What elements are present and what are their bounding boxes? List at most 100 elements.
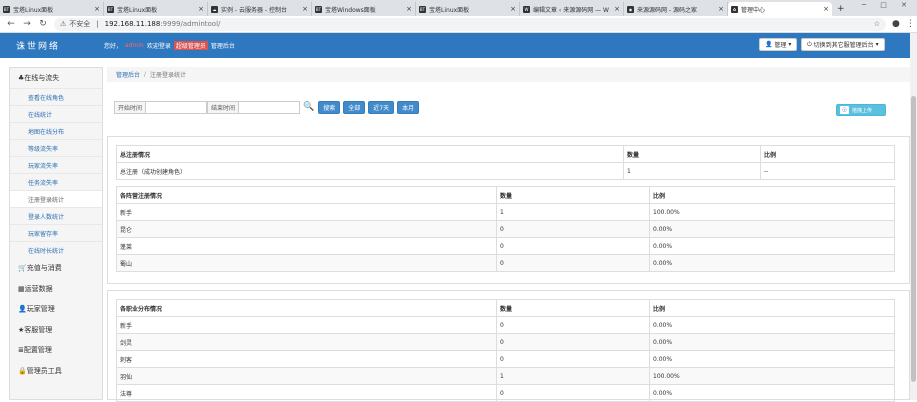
sidebar-group[interactable]: 👤 玩家管理: [10, 299, 102, 320]
browser-tab[interactable]: ✿ 管理中心 ×: [728, 2, 832, 16]
globe-icon: ◉: [627, 5, 634, 13]
all-button[interactable]: 全部: [343, 100, 366, 114]
warning-icon: ⚠: [60, 20, 67, 28]
sidebar-item[interactable]: 在线统计: [10, 105, 102, 122]
close-tab-icon[interactable]: ×: [198, 5, 204, 13]
scrollbar-thumb[interactable]: [911, 96, 916, 382]
table-cell: 1: [496, 367, 650, 385]
table-header-row: 各职业分布情况 数量 比例: [116, 299, 895, 317]
table-cell: 新手: [116, 316, 497, 334]
table-row: 昆仑 0 0.00%: [116, 220, 895, 238]
sidebar-item[interactable]: 查看在线角色: [10, 88, 102, 105]
url-input[interactable]: ⚠ 不安全 | 192.168.11.188:9999/admintool/ ☆: [54, 17, 886, 31]
role-badge: 超级管理员: [173, 41, 208, 50]
account-icon[interactable]: ●: [892, 19, 900, 29]
tab-title: 宝塔Linux面板: [117, 6, 158, 14]
switch-server-dropdown[interactable]: ⏻ 切换到其它服管理后台 ▾: [801, 38, 885, 51]
start-time-input[interactable]: [146, 100, 208, 114]
backend-text: 管理后台: [210, 43, 235, 50]
sidebar-item[interactable]: 注册登录统计: [10, 190, 102, 207]
browser-tab[interactable]: BT 宝塔Windows面板 ×: [312, 2, 416, 16]
camp-table: 各阵营注册情况 数量 比例 新手 1 100.00% 昆仑 0 0.00% 蓬莱 0 0.00% 蜀山 0…: [116, 186, 895, 272]
column-header: 数量: [623, 145, 761, 163]
manage-label: 管理: [774, 42, 787, 49]
browser-tab[interactable]: BT 宝塔Linux面板 ×: [416, 2, 520, 16]
sidebar-group[interactable]: ≣ 配置管理: [10, 340, 102, 361]
reload-icon[interactable]: ↻: [38, 19, 48, 29]
browser-tab[interactable]: BT 宝塔Linux面板 ×: [0, 2, 104, 16]
table-cell: 1: [496, 203, 650, 221]
sidebar-group[interactable]: ♣ 在线与流失: [10, 68, 102, 88]
new-tab-button[interactable]: +: [837, 4, 845, 14]
close-tab-icon[interactable]: ×: [718, 5, 724, 13]
sidebar-group[interactable]: 🛒 充值与消费: [10, 258, 102, 279]
sidebar-group[interactable]: ★ 客服管理: [10, 320, 102, 341]
table-cell: --: [760, 162, 895, 180]
bt-icon: BT: [419, 5, 426, 13]
job-panel: 各职业分布情况 数量 比例 新手 0 0.00% 剑灵 0 0.00% 刺客 0 0.00% 羽仙 1 10…: [107, 290, 910, 402]
sidebar-label: 在线与流失: [24, 74, 60, 82]
end-time-input[interactable]: [239, 100, 301, 114]
sidebar-label: 运营数据: [24, 284, 53, 293]
window-controls[interactable]: ─ □ ✕: [862, 1, 913, 9]
caret-down-icon: ▾: [875, 41, 879, 48]
sidebar-item[interactable]: 任务流失率: [10, 173, 102, 190]
browser-tab[interactable]: BT 宝塔Linux面板 ×: [104, 2, 208, 16]
close-tab-icon[interactable]: ×: [614, 5, 620, 13]
table-row: 总注册（成功创建角色） 1 --: [116, 162, 895, 180]
last-7-days-button[interactable]: 近7天: [368, 100, 395, 114]
bookmark-star-icon[interactable]: ☆: [874, 20, 880, 28]
sidebar-item[interactable]: 登录人数统计: [10, 207, 102, 224]
upload-button[interactable]: ☉ 拖拽上传: [836, 104, 886, 116]
this-month-button[interactable]: 本月: [397, 100, 420, 114]
table-cell: 0: [496, 316, 650, 334]
close-tab-icon[interactable]: ×: [94, 5, 100, 13]
table-cell: 0.00%: [649, 316, 895, 334]
table-row: 羽仙 1 100.00%: [116, 367, 895, 385]
filter-toolbar: 开始时间 结束时间 🔍 搜索 全部 近7天 本月: [114, 100, 420, 114]
browser-tab[interactable]: W 编辑文章 ‹ 来源源码网 — W ×: [520, 2, 624, 16]
breadcrumb-home[interactable]: 管理后台: [116, 70, 140, 79]
forward-icon[interactable]: →: [22, 19, 32, 29]
close-tab-icon[interactable]: ×: [510, 5, 516, 13]
sidebar-item[interactable]: 等级流失率: [10, 139, 102, 156]
tab-title: 来源源码网 - 源码之家: [637, 6, 697, 14]
chart-icon: ▦: [18, 284, 25, 293]
sidebar-group[interactable]: ▦ 运营数据: [10, 279, 102, 300]
sidebar-item[interactable]: 玩家流失率: [10, 156, 102, 173]
lock-icon: 🔒: [18, 366, 27, 375]
table-cell: 0: [496, 220, 650, 238]
registration-panel: 总注册情况 数量 比例 总注册（成功创建角色） 1 -- 各阵营注册情况 数量 比例 新手 1 10…: [107, 136, 910, 284]
close-tab-icon[interactable]: ×: [302, 5, 308, 13]
sidebar-item[interactable]: 玩家留存率: [10, 224, 102, 241]
table-cell: 法尊: [116, 384, 497, 402]
search-icon[interactable]: 🔍: [303, 102, 314, 112]
sidebar-group[interactable]: 🔒 管理员工具: [10, 361, 102, 382]
tab-title: 实例 - 云服务器 - 控制台: [221, 6, 287, 14]
browser-menu-icon[interactable]: ⋮: [906, 19, 915, 29]
manage-dropdown[interactable]: 👤 管理 ▾: [759, 38, 798, 51]
close-tab-icon[interactable]: ×: [823, 5, 829, 13]
user-icon: 👤: [765, 41, 773, 48]
table-cell: 100.00%: [649, 367, 895, 385]
page-scrollbar[interactable]: [910, 33, 917, 400]
sidebar-label: 登录人数统计: [28, 213, 65, 221]
logo: 诛世网络: [16, 42, 61, 52]
tab-title: 宝塔Linux面板: [13, 6, 54, 14]
sidebar-label: 在线统计: [28, 111, 53, 119]
bt-icon: BT: [315, 5, 322, 13]
close-tab-icon[interactable]: ×: [406, 5, 412, 13]
search-button[interactable]: 搜索: [318, 100, 341, 114]
summary-table: 总注册情况 数量 比例 总注册（成功创建角色） 1 --: [116, 145, 895, 180]
sidebar-item[interactable]: 地图在线分布: [10, 122, 102, 139]
browser-tab[interactable]: ☁ 实例 - 云服务器 - 控制台 ×: [208, 2, 312, 16]
sidebar-item[interactable]: 在线时长统计: [10, 241, 102, 258]
table-cell: 1: [623, 162, 761, 180]
browser-tab[interactable]: ◉ 来源源码网 - 源码之家 ×: [624, 2, 728, 16]
sidebar-label: 管理员工具: [26, 366, 62, 375]
leaf-icon: ✿: [731, 5, 738, 13]
url-path: :9999/admintool/: [160, 20, 221, 28]
back-icon[interactable]: ←: [6, 19, 16, 29]
sidebar-label: 地图在线分布: [28, 128, 65, 136]
table-cell: 总注册（成功创建角色）: [116, 162, 624, 180]
